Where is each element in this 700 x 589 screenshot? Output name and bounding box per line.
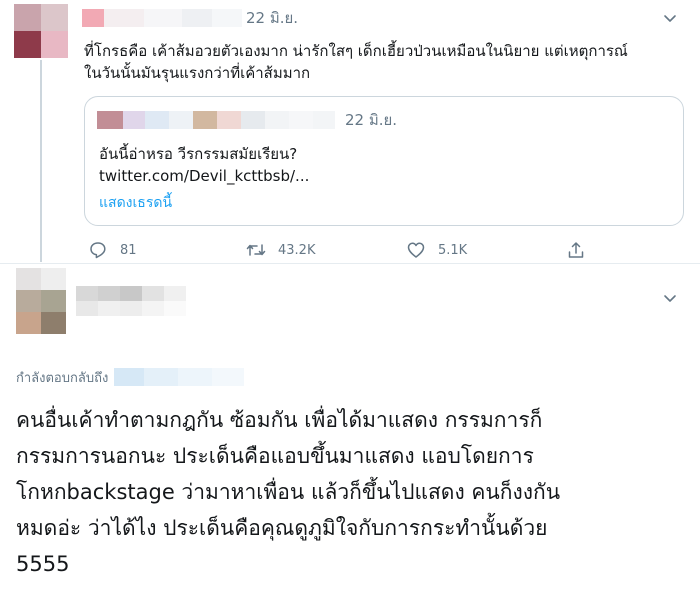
show-thread-link[interactable]: แสดงเธรดนี้ <box>99 193 172 213</box>
reply-icon <box>90 242 106 259</box>
reply-text-line: โกหกbackstage ว่ามาหาเพื่อน แล้วก็ขึ้นไป… <box>16 480 561 504</box>
tweet-header: 22 มิ.ย. <box>82 8 298 28</box>
share-icon <box>568 242 584 258</box>
reply-button[interactable]: 81 <box>88 238 137 262</box>
avatar[interactable] <box>16 268 66 334</box>
reply-text-line: 5555 <box>16 552 70 576</box>
reply-text-line: คนอื่นเค้าทำตามกฎกัน ซ้อมกัน เพื่อได้มาแ… <box>16 408 543 432</box>
tweet-date[interactable]: 22 มิ.ย. <box>246 6 298 30</box>
chevron-down-icon[interactable] <box>662 290 678 306</box>
reply-text-line: กรรมการนอกนะ ประเด็นคือแอบขึ้นมาแสดง แอบ… <box>16 444 534 468</box>
author-name-redacted[interactable] <box>82 9 242 27</box>
replying-to-handle-redacted[interactable] <box>114 368 245 386</box>
replying-to-label: กำลังตอบกลับถึง <box>16 370 109 386</box>
tweet-text: ที่โกรธคือ เค้าส้มอวยตัวเองมาก น่ารักใสๆ… <box>84 40 684 84</box>
quoted-tweet-link[interactable]: twitter.com/Devil_kcttbsb/... <box>99 165 309 187</box>
thread-line <box>40 60 42 262</box>
tweet-text-line: ในวันนั้นมันรุนแรงกว่าที่เค้าส้มมาก <box>84 64 311 82</box>
retweet-count: 43.2K <box>278 242 316 258</box>
reply-text: คนอื่นเค้าทำตามกฎกัน ซ้อมกัน เพื่อได้มาแ… <box>16 402 686 582</box>
retweet-button[interactable]: 43.2K <box>246 238 315 262</box>
chevron-down-icon[interactable] <box>662 10 678 26</box>
retweet-icon <box>246 244 266 256</box>
quoted-tweet-text: อันนี้อ่าหรอ วีรกรรมสมัยเรียน? <box>99 145 298 163</box>
tweet[interactable]: 22 มิ.ย. ที่โกรธคือ เค้าส้มอวยตัวเองมาก … <box>0 0 700 262</box>
quoted-tweet-date[interactable]: 22 มิ.ย. <box>345 108 397 132</box>
tweet-text-line: ที่โกรธคือ เค้าส้มอวยตัวเองมาก น่ารักใสๆ… <box>84 42 628 60</box>
like-count: 5.1K <box>438 242 468 258</box>
reply-count: 81 <box>120 242 137 258</box>
replying-to: กำลังตอบกลับถึง <box>16 366 245 388</box>
like-icon <box>407 242 425 258</box>
author-name-redacted[interactable] <box>76 286 186 316</box>
quoted-tweet-header: 22 มิ.ย. <box>97 111 397 129</box>
share-button[interactable] <box>566 238 586 262</box>
avatar[interactable] <box>14 4 68 58</box>
reply-tweet[interactable]: กำลังตอบกลับถึง คนอื่นเค้าทำตามกฎกัน ซ้อ… <box>0 264 700 589</box>
quoted-tweet[interactable]: 22 มิ.ย. อันนี้อ่าหรอ วีรกรรมสมัยเรียน? … <box>84 96 684 226</box>
reply-text-line: หมดอ่ะ ว่าได้ไง ประเด็นคือคุณดูภูมิใจกับ… <box>16 516 548 540</box>
tweet-actions: 81 43.2K 5.1K <box>84 238 604 262</box>
like-button[interactable]: 5.1K <box>406 238 467 262</box>
